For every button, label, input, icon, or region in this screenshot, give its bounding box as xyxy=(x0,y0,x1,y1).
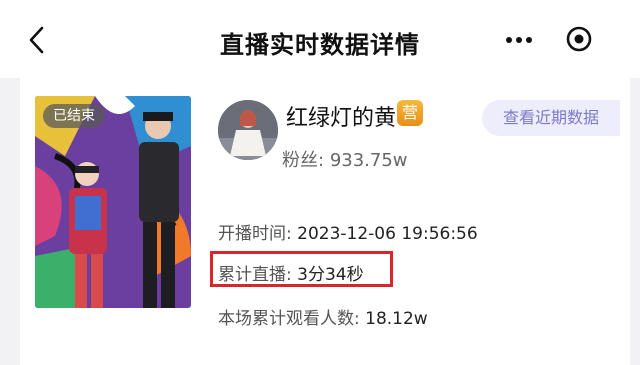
anchor-name: 红绿灯的黄 xyxy=(286,106,397,131)
live-cover-image[interactable]: 已结束 xyxy=(35,96,191,308)
fans-label: 粉丝: xyxy=(282,150,325,171)
total-views-value: 18.12w xyxy=(365,309,428,329)
live-status-badge: 已结束 xyxy=(43,104,105,128)
navigation-bar: 直播实时数据详情 xyxy=(0,0,640,78)
fans-count: 粉丝: 933.75w xyxy=(282,146,408,172)
close-button[interactable] xyxy=(562,22,596,56)
live-data-card: 已结束 红绿灯的黄 营 粉丝: 933.75w 查看近期数据 开播时间: 202… xyxy=(20,78,630,365)
mini-program-capsule xyxy=(488,18,620,60)
duration-highlight-box xyxy=(210,251,393,287)
view-recent-data-button[interactable]: 查看近期数据 xyxy=(482,100,620,136)
total-views-label: 本场累计观看人数: xyxy=(218,309,360,329)
more-button[interactable] xyxy=(488,18,550,60)
target-close-icon xyxy=(566,26,592,52)
avatar-photo xyxy=(218,100,278,160)
start-time-value: 2023-12-06 19:56:56 xyxy=(297,224,478,244)
start-time-row: 开播时间: 2023-12-06 19:56:56 xyxy=(218,219,478,244)
start-time-label: 开播时间: xyxy=(218,224,292,244)
avatar[interactable] xyxy=(218,100,278,160)
shop-badge-icon: 营 xyxy=(397,100,423,126)
fans-value: 933.75w xyxy=(329,150,408,171)
total-views-row: 本场累计观看人数: 18.12w xyxy=(218,304,428,329)
